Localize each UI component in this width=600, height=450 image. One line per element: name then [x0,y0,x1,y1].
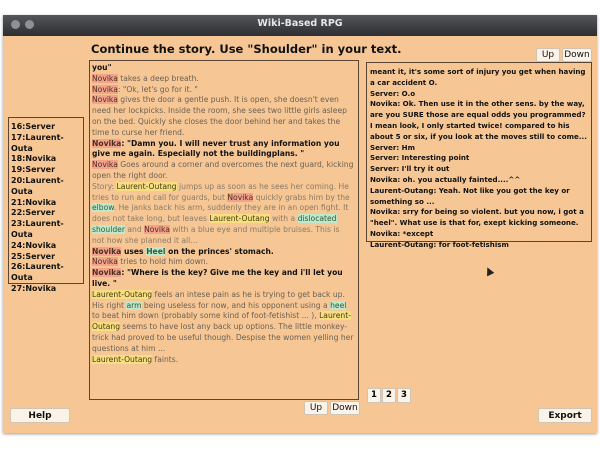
chat-log: meant it, it's some sort of injury you g… [370,67,588,251]
story-line: Novika uses Heel on the princes' stomach… [92,246,274,256]
instruction-heading: Continue the story. Use "Shoulder" in yo… [91,42,402,56]
turn-list-item[interactable]: 23:Laurent-Outa [11,219,81,241]
story-line: Novika gives the door a gentle push. It … [92,95,347,137]
chat-scroll-down-button[interactable]: Down [562,48,592,62]
turn-list-item[interactable]: 24:Novika [11,241,81,252]
turn-list-item[interactable]: 22:Server [11,208,81,219]
story-line: Novika takes a deep breath. [92,73,199,83]
chat-message: Laurent-Outang: Yeah. Not like you got t… [370,185,570,206]
page-button-2[interactable]: 2 [382,388,396,403]
turn-list-item[interactable]: 17:Laurent-Outa [11,133,81,155]
story-text: you" Novika takes a deep breath. Novika:… [92,63,354,365]
turn-list-item[interactable]: 18:Novika [11,154,81,165]
chat-message: Laurent-Outang: for foot-fetishism [370,239,509,249]
heading-suffix: " in your text. [311,42,402,56]
title-bar: Wiki-Based RPG [3,15,597,36]
story-line: Novika: "Ok, let's go for it. " [92,84,198,94]
story-line: Laurent-Outang faints. [92,354,179,364]
page-button-1[interactable]: 1 [367,388,381,403]
chat-message: Novika: oh. you actually fainted....^^ [370,174,521,184]
story-scroll-down-button[interactable]: Down [330,401,360,415]
chat-message: Novika: *except [370,228,434,238]
chat-message: Server: Interesting point [370,153,470,163]
chat-message: Novika: srry for being so violent. but y… [370,207,584,228]
window-title: Wiki-Based RPG [257,18,343,29]
story-line: Novika Goes around a corner and overcome… [92,160,354,180]
chat-message: Novika: Ok. Then use it in the other sen… [370,99,587,141]
turn-list-item[interactable]: 21:Novika [11,198,81,209]
chat-message: Server: Hm [370,142,415,152]
heading-keyword: Shoulder [253,42,312,56]
turn-list-item[interactable]: 16:Server [11,122,81,133]
page-button-3[interactable]: 3 [397,388,411,403]
heading-prefix: Continue the story. Use " [91,42,254,56]
chat-scroll-up-button[interactable]: Up [536,48,560,62]
story-line: Novika: "Where is the key? Give me the k… [92,268,343,288]
chat-message: Server: O.o [370,88,416,98]
turn-list-item[interactable]: 25:Server [11,252,81,263]
story-line: you" [92,63,112,72]
story-line: Novika tries to hold him down. [92,257,209,267]
story-line: Laurent-Outang feels an intese pain as h… [92,289,354,353]
turn-list-item[interactable]: 19:Server [11,165,81,176]
chat-message: meant it, it's some sort of injury you g… [370,67,586,87]
story-line: Story: Laurent-Outang jumps up as soon a… [92,181,350,245]
turn-list-item[interactable]: 20:Laurent-Outa [11,176,81,198]
story-line: Novika: "Damn you. I will never trust an… [92,138,340,159]
story-scroll-up-button[interactable]: Up [304,401,328,415]
export-button[interactable]: Export [538,408,592,423]
help-button[interactable]: Help [10,408,70,423]
turn-list: 16:Server 17:Laurent-Outa 18:Novika 19:S… [11,122,81,295]
turn-list-item[interactable]: 27:Novika [11,284,81,295]
turn-list-item[interactable]: 26:Laurent-Outa [11,262,81,284]
chat-message: Server: I'll try it out [370,164,450,174]
